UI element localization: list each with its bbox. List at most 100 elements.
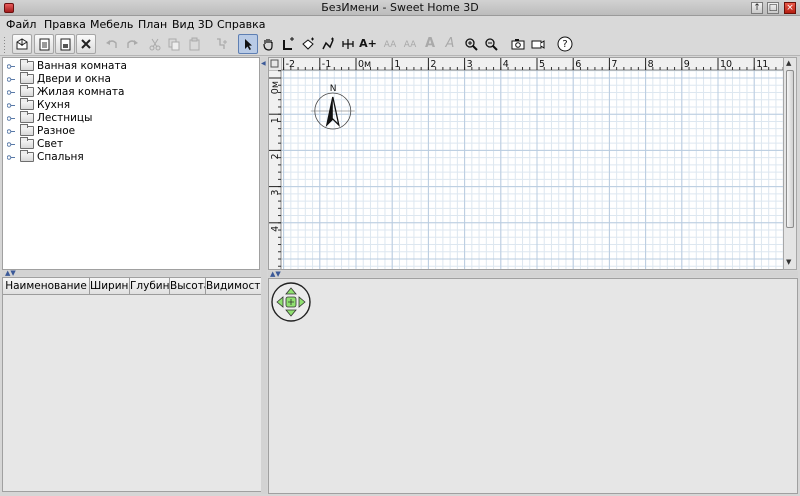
- paste-icon: [189, 37, 200, 51]
- maximize-button[interactable]: ↑: [751, 2, 763, 14]
- catalog-category[interactable]: Двери и окна: [7, 72, 247, 86]
- plan-3d-splitter[interactable]: ▲▼: [268, 271, 798, 278]
- walls-icon: [283, 37, 294, 50]
- split-left-icon[interactable]: ◀: [261, 61, 266, 67]
- catalog-category[interactable]: Жилая комната: [7, 85, 247, 99]
- create-photo-button[interactable]: [508, 34, 528, 54]
- plan-view[interactable]: -2 -1 0м 1 2 3 4 5 6 7 8 9 10 11 0м 1 2 3 4 N: [268, 57, 784, 270]
- category-label: Жилая комната: [37, 86, 125, 98]
- column-height[interactable]: Высота: [170, 278, 206, 295]
- x-ruler-label: 5: [539, 59, 545, 70]
- menu-3d-view[interactable]: Вид 3D: [172, 18, 213, 31]
- y-ruler-label: 1: [270, 117, 281, 123]
- x-ruler-label: 10: [720, 59, 732, 70]
- tree-expand-handle-icon[interactable]: [7, 89, 16, 96]
- x-ruler-label: 9: [684, 59, 690, 70]
- tree-expand-handle-icon[interactable]: [7, 102, 16, 109]
- furniture-catalog-tree: Ванная комната Двери и окна Жилая комната К…: [2, 57, 260, 270]
- close-button[interactable]: ×: [784, 2, 796, 14]
- cut-button[interactable]: [145, 34, 165, 54]
- video-camera-icon: [531, 40, 545, 49]
- undo-button[interactable]: [102, 34, 122, 54]
- save-button[interactable]: [55, 34, 75, 54]
- copy-button[interactable]: [164, 34, 184, 54]
- split-arrows-icon[interactable]: ▲▼: [270, 271, 281, 278]
- toolbar-grip-icon[interactable]: [3, 36, 7, 53]
- column-name[interactable]: Наименование: [3, 278, 90, 295]
- catalog-splitter[interactable]: ▲▼: [2, 270, 260, 277]
- select-mode-button[interactable]: [238, 34, 258, 54]
- camera-icon: [511, 39, 525, 50]
- category-label: Разное: [37, 125, 76, 137]
- add-furniture-button[interactable]: [211, 34, 231, 54]
- navigation-arrows-icon[interactable]: [271, 282, 315, 326]
- decrease-text-size-button[interactable]: AA: [400, 34, 420, 54]
- pan-mode-button[interactable]: [258, 34, 278, 54]
- zoom-out-icon: [485, 38, 498, 51]
- create-walls-button[interactable]: [278, 34, 298, 54]
- open-icon: [39, 38, 50, 51]
- preferences-button[interactable]: [76, 34, 96, 54]
- category-label: Двери и окна: [37, 73, 111, 85]
- bold-text-button[interactable]: A: [420, 34, 440, 54]
- catalog-category[interactable]: Спальня: [7, 150, 247, 164]
- menu-bar: Файл Правка Мебель План Вид 3D Справка: [0, 16, 800, 33]
- create-rooms-button[interactable]: [298, 34, 318, 54]
- 3d-view[interactable]: [268, 278, 798, 494]
- x-ruler-label: -2: [286, 59, 295, 70]
- open-button[interactable]: [34, 34, 54, 54]
- column-width[interactable]: Ширина: [90, 278, 130, 295]
- restore-button[interactable]: □: [767, 2, 779, 14]
- scroll-up-icon[interactable]: ▲: [786, 59, 791, 67]
- tree-expand-handle-icon[interactable]: [7, 128, 16, 135]
- tree-expand-handle-icon[interactable]: [7, 63, 16, 70]
- italic-label: A: [445, 36, 455, 51]
- plan-canvas[interactable]: -2 -1 0м 1 2 3 4 5 6 7 8 9 10 11 0м 1 2 3 4 N: [269, 58, 784, 270]
- menu-furniture[interactable]: Мебель: [90, 18, 133, 31]
- zoom-in-button[interactable]: [461, 34, 481, 54]
- scroll-down-icon[interactable]: ▼: [786, 258, 791, 266]
- text-size-label: AA: [403, 40, 417, 50]
- zoom-out-button[interactable]: [481, 34, 501, 54]
- folder-icon: [20, 59, 34, 71]
- menu-plan[interactable]: План: [138, 18, 167, 31]
- create-dimensions-button[interactable]: [338, 34, 358, 54]
- folder-icon: [20, 150, 34, 162]
- add-text-button[interactable]: A+: [358, 34, 378, 54]
- x-ruler: [269, 58, 783, 70]
- folder-icon: [20, 85, 34, 97]
- menu-help[interactable]: Справка: [217, 18, 265, 31]
- tree-expand-handle-icon[interactable]: [7, 154, 16, 161]
- y-ruler-label: 0м: [270, 81, 281, 94]
- column-visible[interactable]: Видимость: [206, 278, 265, 295]
- folder-icon: [20, 111, 34, 123]
- paste-button[interactable]: [184, 34, 204, 54]
- catalog-category[interactable]: Лестницы: [7, 111, 247, 125]
- new-home-button[interactable]: [12, 34, 32, 54]
- catalog-category[interactable]: Разное: [7, 124, 247, 138]
- help-button[interactable]: ?: [555, 34, 575, 54]
- tree-expand-handle-icon[interactable]: [7, 115, 16, 122]
- compass-north-label: N: [330, 84, 337, 94]
- increase-text-size-button[interactable]: AA: [380, 34, 400, 54]
- scrollbar-thumb[interactable]: [786, 70, 794, 228]
- italic-text-button[interactable]: A: [440, 34, 460, 54]
- column-depth[interactable]: Глубина: [130, 278, 170, 295]
- window-title: БезИмени - Sweet Home 3D: [321, 1, 479, 14]
- menu-file[interactable]: Файл: [6, 18, 36, 31]
- catalog-category[interactable]: Свет: [7, 137, 247, 151]
- main-splitter[interactable]: ◀: [261, 57, 267, 494]
- create-video-button[interactable]: [528, 34, 548, 54]
- catalog-category[interactable]: Кухня: [7, 98, 247, 112]
- menu-edit[interactable]: Правка: [44, 18, 86, 31]
- title-bar: БезИмени - Sweet Home 3D ↑ □ ×: [0, 0, 800, 16]
- hand-icon: [263, 39, 273, 51]
- create-polylines-button[interactable]: [318, 34, 338, 54]
- tree-expand-handle-icon[interactable]: [7, 76, 16, 83]
- category-label: Спальня: [37, 151, 84, 163]
- plan-vertical-scrollbar[interactable]: ▲ ▼: [783, 57, 797, 270]
- tree-expand-handle-icon[interactable]: [7, 141, 16, 148]
- redo-button[interactable]: [122, 34, 142, 54]
- split-arrows-icon[interactable]: ▲▼: [5, 270, 16, 277]
- catalog-category[interactable]: Ванная комната: [7, 59, 247, 73]
